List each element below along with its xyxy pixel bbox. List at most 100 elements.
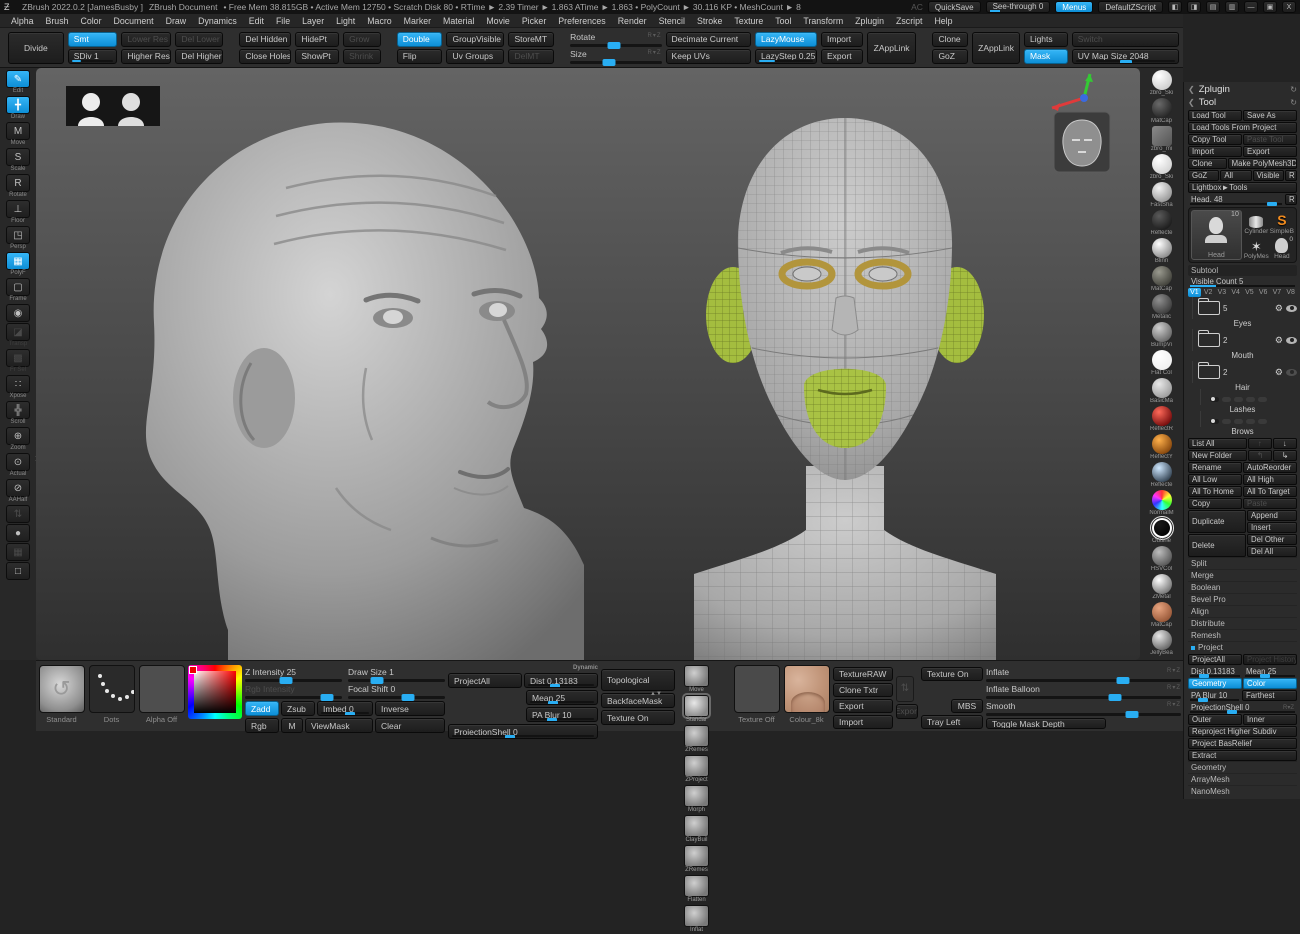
section-header[interactable]: Distribute bbox=[1188, 617, 1297, 629]
draw-size-slider[interactable]: Draw Size 1 bbox=[348, 667, 445, 682]
material-item[interactable]: Outline bbox=[1142, 518, 1182, 545]
menu-item[interactable]: Zplugin bbox=[850, 15, 889, 27]
extract-button[interactable]: Extract bbox=[1188, 750, 1297, 761]
project-geometry-button[interactable]: Geometry bbox=[1188, 678, 1242, 689]
visible-count-slider[interactable]: Visible Count 5 bbox=[1188, 276, 1297, 287]
section-header[interactable]: Boolean bbox=[1188, 581, 1297, 593]
autoreorder-button[interactable]: AutoReorder bbox=[1243, 462, 1297, 473]
left-shelf-button[interactable]: ∷ Xpose bbox=[4, 375, 32, 400]
left-shelf-button[interactable]: ▢ Frame bbox=[4, 278, 32, 303]
goz-button[interactable]: GoZ bbox=[932, 49, 968, 64]
material-item[interactable]: NormalM bbox=[1142, 490, 1182, 517]
export-button[interactable]: Export bbox=[821, 49, 863, 64]
material-item[interactable]: FastSha bbox=[1142, 182, 1182, 209]
del-other-button[interactable]: Del Other bbox=[1247, 534, 1297, 545]
brush-thumbnail[interactable]: Flatten bbox=[683, 875, 710, 904]
material-item[interactable]: Metalic bbox=[1142, 294, 1182, 321]
close-holes-button[interactable]: Close Holes bbox=[239, 49, 291, 64]
mean-slider[interactable]: Mean 25 bbox=[526, 690, 598, 705]
duplicate-button[interactable]: Duplicate bbox=[1188, 510, 1246, 533]
subtool-folder-row[interactable]: 5 ⚙ bbox=[1188, 297, 1297, 319]
material-item[interactable]: ReflectR bbox=[1142, 406, 1182, 433]
menu-item[interactable]: Tool bbox=[770, 15, 796, 27]
material-item[interactable]: Blinn bbox=[1142, 238, 1182, 265]
goz-r-button[interactable]: R bbox=[1285, 170, 1297, 181]
menu-item[interactable]: Macro bbox=[362, 15, 396, 27]
brush-thumbnail[interactable]: Standar bbox=[683, 695, 710, 724]
left-shelf-button[interactable]: ● bbox=[4, 524, 32, 542]
z-intensity-slider[interactable]: Z Intensity 25 bbox=[245, 667, 342, 682]
copy-button[interactable]: Copy bbox=[1188, 498, 1242, 509]
zplugin-header[interactable]: ❮ Zplugin ↻ bbox=[1188, 83, 1297, 96]
eye-visibility-icon[interactable] bbox=[1286, 337, 1297, 344]
all-to-home-button[interactable]: All To Home bbox=[1188, 486, 1242, 497]
texture-import-button[interactable]: Import bbox=[833, 715, 893, 729]
shrink-button[interactable]: Shrink bbox=[343, 49, 381, 64]
clone-button[interactable]: Clone bbox=[1188, 158, 1227, 169]
brush-thumbnail[interactable]: ClayBuil bbox=[683, 815, 710, 844]
tool-thumb-polymesh[interactable]: ✶PolyMes bbox=[1244, 236, 1269, 260]
lazystep-slider[interactable]: LazyStep 0.25 bbox=[755, 49, 817, 64]
menu-item[interactable]: Color bbox=[75, 15, 106, 27]
brush-thumbnail[interactable]: Inflat bbox=[683, 905, 710, 934]
material-item[interactable]: zbro_mi bbox=[1142, 126, 1182, 153]
all-high-button[interactable]: All High bbox=[1243, 474, 1297, 485]
menu-item[interactable]: Edit bbox=[244, 15, 269, 27]
quicksave-button[interactable]: QuickSave bbox=[928, 1, 981, 13]
current-brush-thumbnail[interactable]: Standard bbox=[38, 665, 85, 729]
tool-thumb-simplebrush[interactable]: SSimpleB bbox=[1270, 210, 1294, 235]
flip-v-icon[interactable]: ⇅ bbox=[896, 676, 914, 702]
inverse-button[interactable]: Inverse bbox=[375, 701, 445, 716]
load-tools-from-project-button[interactable]: Load Tools From Project bbox=[1188, 122, 1297, 133]
view-tab[interactable]: V8 bbox=[1284, 288, 1297, 297]
pa-blur-slider[interactable]: PA Blur 10 bbox=[1188, 690, 1241, 701]
delmt-button[interactable]: DelMT bbox=[508, 49, 554, 64]
tool-thumb-head2[interactable]: 0Head bbox=[1270, 236, 1294, 260]
zapplink-button[interactable]: ZAppLink bbox=[867, 32, 917, 64]
sdiv-slider[interactable]: SDiv 1 bbox=[68, 49, 118, 64]
brush-thumbnail[interactable]: ZProject bbox=[683, 755, 710, 784]
material-item[interactable]: MatCap bbox=[1142, 266, 1182, 293]
menu-item[interactable]: Marker bbox=[399, 15, 436, 27]
eye-visibility-icon[interactable] bbox=[1286, 369, 1297, 376]
double-button[interactable]: Double bbox=[397, 32, 443, 47]
left-shelf-button[interactable]: ⊘ AAHalf bbox=[4, 479, 32, 504]
defaultzscript-button[interactable]: DefaultZScript bbox=[1098, 1, 1163, 13]
topological-button[interactable]: Topological bbox=[601, 669, 675, 691]
window-close-button[interactable]: X bbox=[1282, 1, 1296, 13]
append-button[interactable]: Append bbox=[1247, 510, 1297, 521]
rotate-slider[interactable]: RotateR▾Z bbox=[570, 32, 661, 47]
inflate-slider[interactable]: InflateR▾Z bbox=[986, 667, 1181, 682]
move-down-button[interactable]: ↓ bbox=[1273, 438, 1297, 449]
section-header[interactable]: ArrayMesh bbox=[1188, 773, 1297, 785]
left-shelf-button[interactable]: ◉ bbox=[4, 304, 32, 322]
section-header[interactable]: NanoMesh bbox=[1188, 785, 1297, 797]
export-button[interactable]: Export bbox=[1243, 146, 1297, 157]
tool-header[interactable]: ❮ Tool ↻ bbox=[1188, 96, 1297, 109]
decimate-current-button[interactable]: Decimate Current bbox=[666, 32, 751, 47]
texture-on-button[interactable]: Texture On bbox=[601, 710, 675, 725]
goz-button[interactable]: GoZ bbox=[1188, 170, 1219, 181]
goz-all-button[interactable]: All bbox=[1220, 170, 1251, 181]
view-tab[interactable]: V2 bbox=[1202, 288, 1215, 297]
left-shelf-button[interactable]: ▦ PolyF bbox=[4, 252, 32, 277]
menu-item[interactable]: File bbox=[271, 15, 295, 27]
material-item[interactable]: MatCap bbox=[1142, 602, 1182, 629]
section-header[interactable]: Merge bbox=[1188, 569, 1297, 581]
del-hidden-button[interactable]: Del Hidden bbox=[239, 32, 291, 47]
material-item[interactable]: BasicMa bbox=[1142, 378, 1182, 405]
lights-button[interactable]: Lights bbox=[1024, 32, 1068, 47]
subtool-folder-row[interactable]: 2 ⚙ bbox=[1188, 329, 1297, 351]
left-shelf-button[interactable]: ▩ Fr Sel bbox=[4, 349, 32, 374]
divider-toggle-left-icon[interactable]: ◧ bbox=[1168, 1, 1182, 13]
lazymouse-button[interactable]: LazyMouse bbox=[755, 32, 817, 47]
project-history-button[interactable]: Project History bbox=[1243, 654, 1297, 665]
section-header[interactable]: Remesh bbox=[1188, 629, 1297, 641]
projectall-button[interactable]: ProjectAll bbox=[1188, 654, 1242, 665]
divider-toggle-right-icon[interactable]: ◨ bbox=[1187, 1, 1201, 13]
left-shelf-button[interactable]: ⇅ bbox=[4, 505, 32, 523]
move-up-button[interactable]: ↑ bbox=[1248, 438, 1272, 449]
paste-button[interactable]: Paste bbox=[1243, 498, 1297, 509]
uv-map-size-slider[interactable]: UV Map Size 2048 bbox=[1072, 49, 1179, 64]
current-tool-thumbnail[interactable]: 10 Head bbox=[1191, 210, 1242, 260]
